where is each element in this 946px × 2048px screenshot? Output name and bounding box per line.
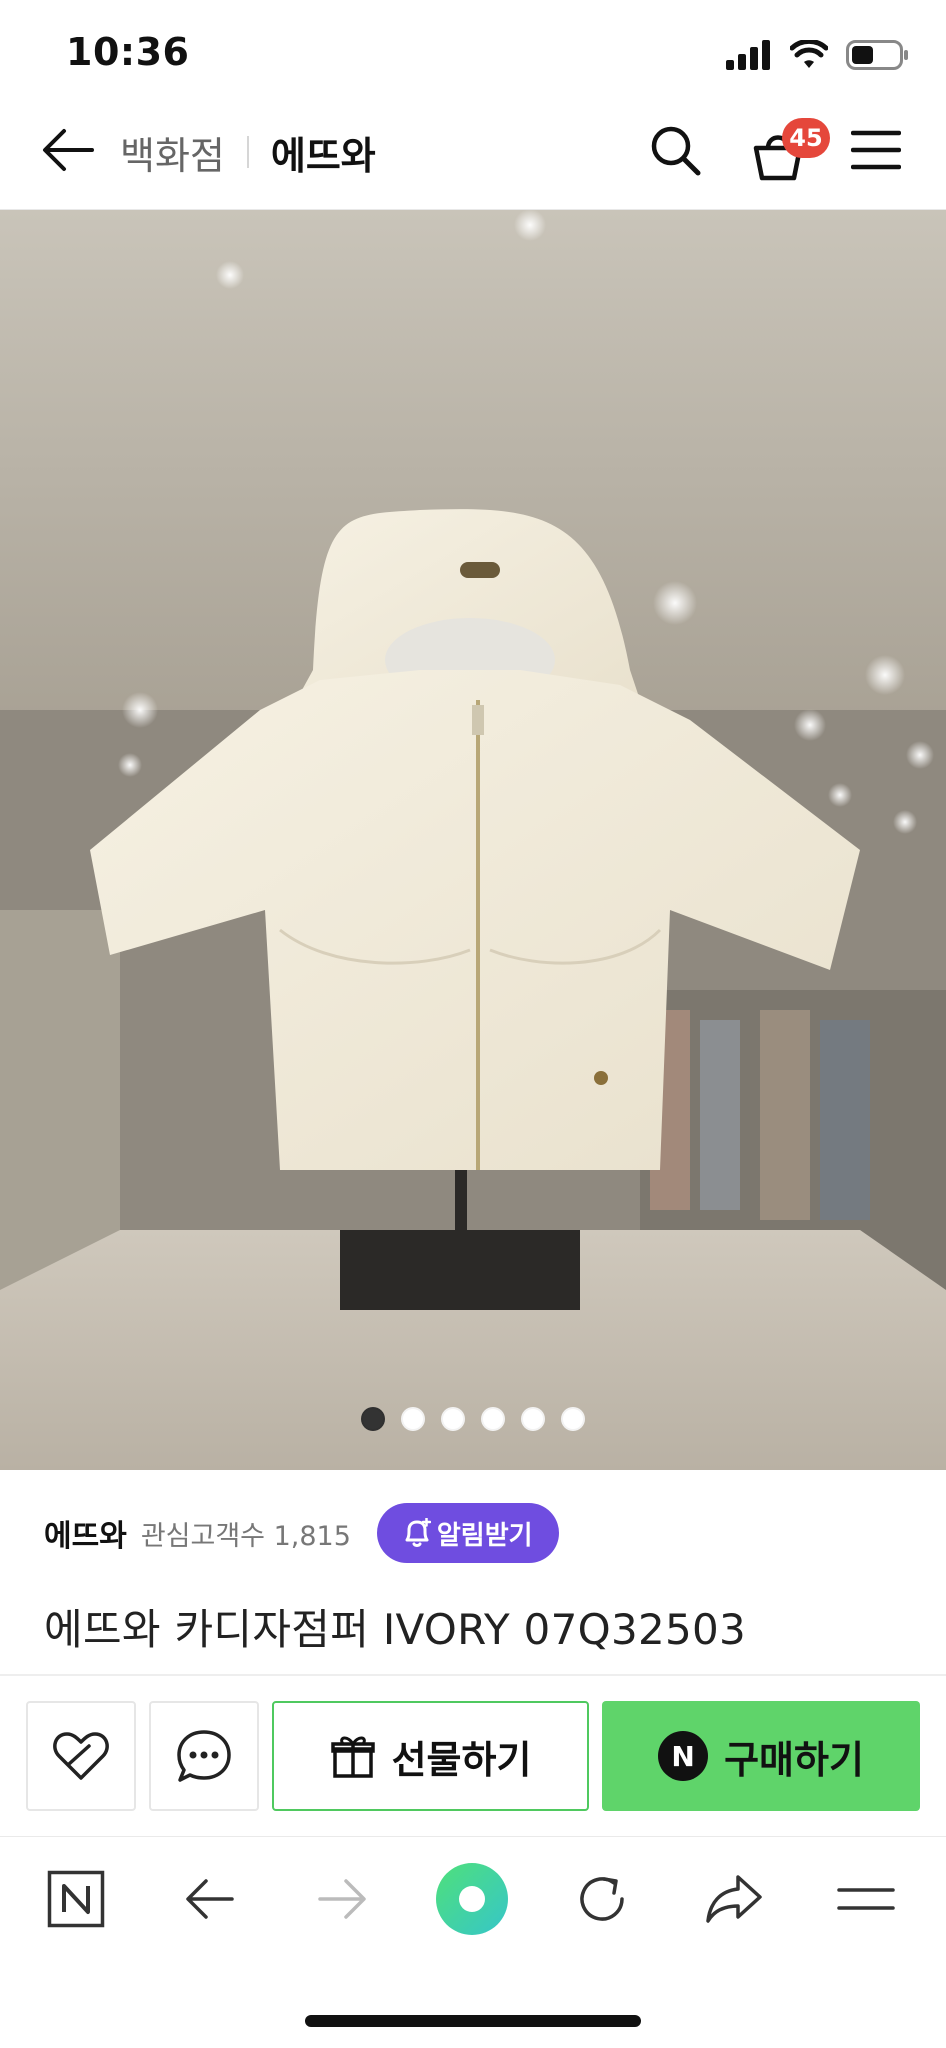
cart-count-badge: 45 <box>782 118 830 158</box>
cart-button[interactable]: 45 <box>744 114 830 184</box>
follower-count: 관심고객수 1,815 <box>140 1520 351 1552</box>
pagination-dot[interactable] <box>481 1407 505 1431</box>
breadcrumb-current[interactable]: 에뜨와 <box>271 125 376 180</box>
product-image[interactable] <box>0 210 946 1470</box>
store-name[interactable]: 에뜨와 <box>44 1511 127 1555</box>
product-photo <box>0 210 946 1470</box>
buy-label: 구매하기 <box>724 1737 864 1782</box>
status-time: 10:36 <box>66 30 190 74</box>
refresh-icon <box>580 1877 624 1921</box>
browser-back-button[interactable] <box>170 1859 250 1939</box>
menu-button[interactable] <box>846 120 906 180</box>
refresh-button[interactable] <box>562 1859 642 1939</box>
browser-menu-button[interactable] <box>826 1859 906 1939</box>
pagination-dot[interactable] <box>361 1407 385 1431</box>
breadcrumb: 백화점 에뜨와 <box>120 116 376 188</box>
gift-button[interactable]: 선물하기 <box>272 1701 589 1811</box>
battery-icon <box>846 40 910 74</box>
talk-button[interactable] <box>149 1701 259 1811</box>
alarm-label: 알림받기 <box>436 1520 533 1551</box>
store-info: 에뜨와 관심고객수 1,815 알림받기 <box>44 1503 559 1563</box>
product-title: 에뜨와 카디자점퍼 IVORY 07Q32503 <box>44 1605 747 1654</box>
top-nav: 백화점 에뜨와 45 <box>0 100 946 210</box>
product-page: 10:36 백화점 에뜨와 45 에뜨와 관심고객수 1,815 알림받기 에뜨… <box>0 0 946 2048</box>
signal-icon <box>726 40 772 74</box>
status-bar: 10:36 <box>0 0 946 110</box>
wifi-icon <box>789 38 829 74</box>
bell-plus-icon <box>405 1518 431 1547</box>
purchase-action-bar: 선물하기 N 구매하기 <box>0 1676 946 1836</box>
home-indicator <box>305 2015 641 2027</box>
naverpay-badge: N <box>658 1731 709 1781</box>
chat-bubble-icon <box>177 1730 231 1782</box>
pagination-dot[interactable] <box>401 1407 425 1431</box>
pagination-dot[interactable] <box>521 1407 545 1431</box>
green-dot-button[interactable] <box>432 1859 512 1939</box>
naver-home-button[interactable] <box>36 1859 116 1939</box>
share-button[interactable] <box>694 1859 774 1939</box>
pagination-dot[interactable] <box>441 1407 465 1431</box>
gift-label: 선물하기 <box>391 1737 532 1782</box>
breadcrumb-divider <box>246 136 249 168</box>
image-pagination <box>0 1407 946 1431</box>
back-arrow-icon <box>43 129 94 171</box>
heart-link-icon <box>53 1732 109 1780</box>
buy-button[interactable]: N 구매하기 <box>602 1701 920 1811</box>
green-dot-icon <box>436 1863 508 1935</box>
naver-home-icon <box>47 1870 105 1928</box>
pagination-dot[interactable] <box>561 1407 585 1431</box>
gift-icon <box>330 1736 375 1778</box>
hamburger-icon <box>851 130 901 170</box>
search-button[interactable] <box>646 120 704 180</box>
search-icon <box>651 126 701 176</box>
forward-arrow-icon <box>318 1879 366 1919</box>
status-icons <box>726 38 910 74</box>
browser-forward-button[interactable] <box>302 1859 382 1939</box>
wishlist-button[interactable] <box>26 1701 136 1811</box>
browser-toolbar <box>0 1836 946 1966</box>
menu-icon <box>837 1888 895 1910</box>
share-icon <box>706 1875 762 1923</box>
back-arrow-icon <box>186 1879 234 1919</box>
back-button[interactable] <box>36 118 100 182</box>
alarm-subscribe-button[interactable]: 알림받기 <box>376 1503 559 1563</box>
breadcrumb-parent[interactable]: 백화점 <box>120 125 225 180</box>
